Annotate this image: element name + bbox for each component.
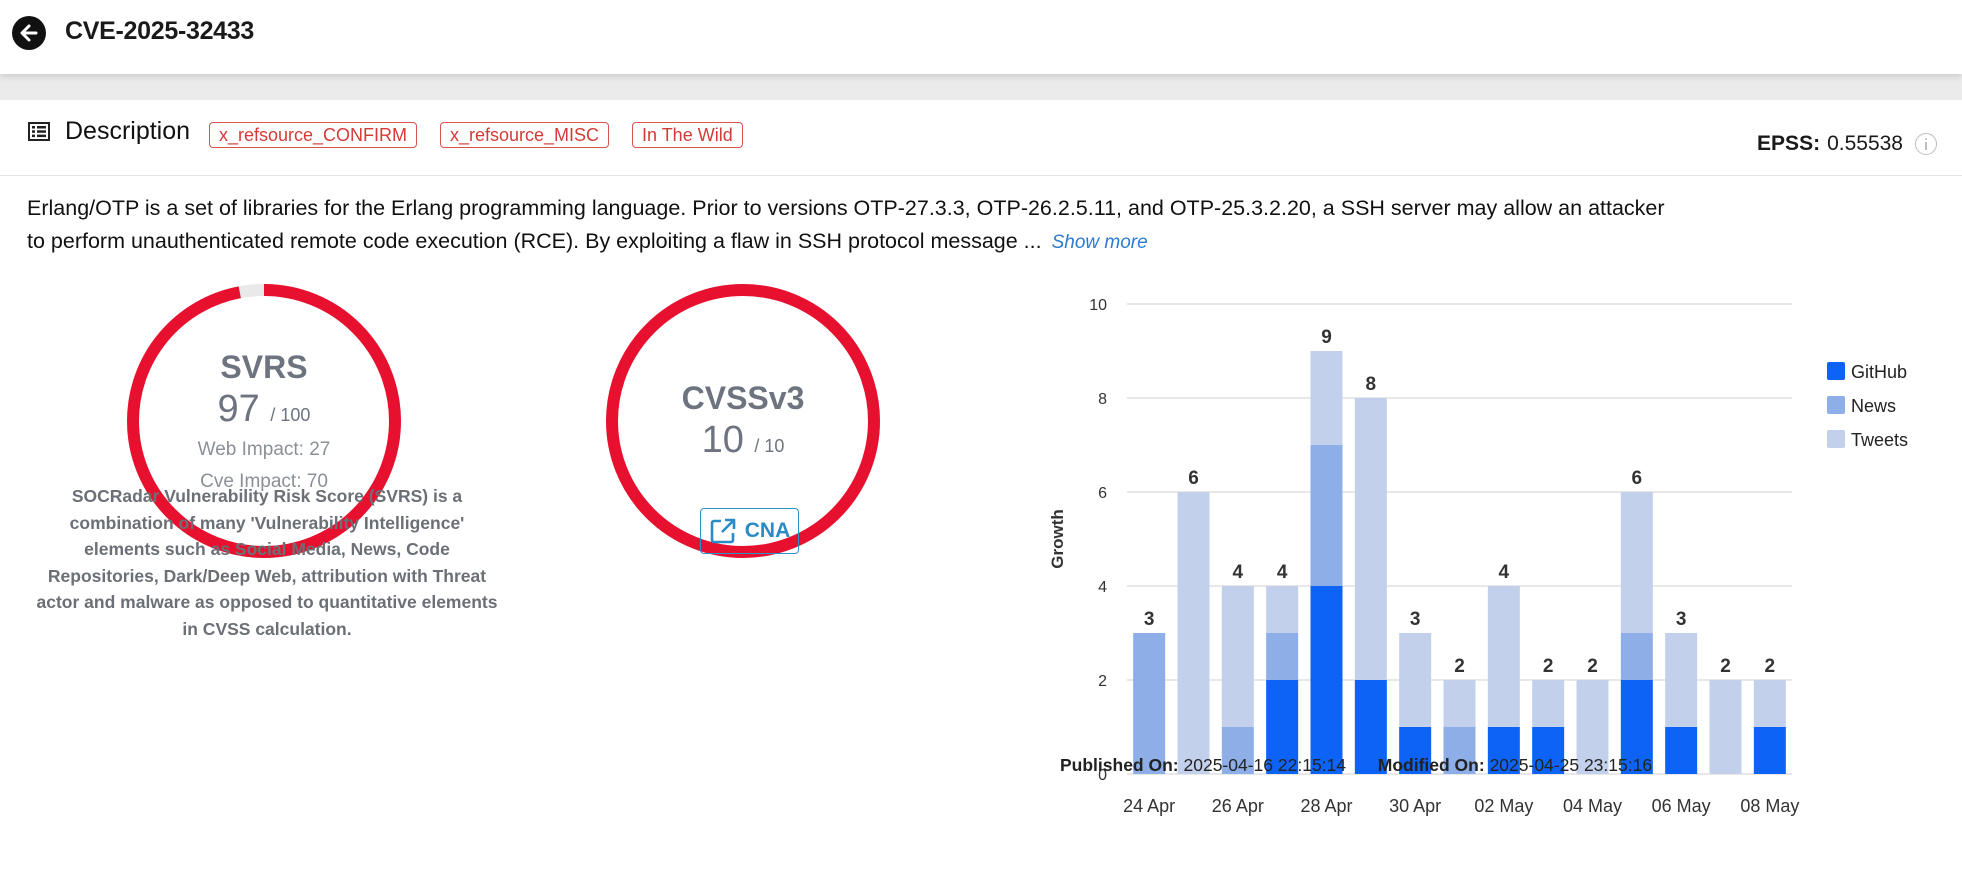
bar-tweets (1665, 633, 1698, 727)
published-label: Published On: (1060, 755, 1179, 775)
bar-total-label: 6 (1632, 468, 1643, 489)
cvss-name: CVSSv3 (681, 380, 805, 416)
legend-label-news: News (1851, 396, 1896, 416)
bar-tweets (1532, 680, 1565, 727)
bar-tweets (1310, 351, 1343, 445)
y-axis-label: Growth (1048, 509, 1067, 569)
x-tick-label: 26 Apr (1212, 796, 1264, 816)
bar-total-label: 2 (1454, 656, 1465, 677)
bar-news (1310, 445, 1343, 586)
cna-label: CNA (744, 519, 791, 542)
y-tick-label: 4 (1098, 579, 1107, 596)
x-tick-label: 28 Apr (1300, 796, 1352, 816)
list-icon (28, 122, 50, 141)
x-tick-label: 02 May (1474, 796, 1533, 816)
bar-github (1753, 727, 1786, 774)
page-title: CVE-2025-32433 (65, 17, 254, 45)
svrs-explanation: SOCRadar Vulnerability Risk Score (SVRS)… (36, 486, 498, 639)
x-tick-label: 24 Apr (1123, 796, 1175, 816)
svrs-score: 97 / 100 (218, 388, 311, 431)
legend-label-github: GitHub (1851, 362, 1907, 382)
modified-label: Modified On: (1377, 755, 1485, 775)
bar-total-label: 3 (1676, 609, 1687, 630)
epss-value: 0.55538 (1827, 132, 1903, 155)
bar-total-label: 3 (1144, 609, 1155, 630)
bar-total-label: 2 (1720, 656, 1731, 677)
svrs-max: / 100 (270, 405, 311, 425)
epss-label: EPSS: (1757, 132, 1821, 155)
tag-refsource-confirm[interactable]: x_refsource_CONFIRM (209, 122, 418, 148)
x-tick-label: 06 May (1652, 796, 1711, 816)
tag-refsource-misc[interactable]: x_refsource_MISC (440, 122, 610, 148)
bar-total-label: 4 (1233, 562, 1244, 583)
description-body: Erlang/OTP is a set of libraries for the… (27, 196, 1665, 253)
bar-tweets (1620, 492, 1653, 633)
bar-total-label: 2 (1543, 656, 1554, 677)
y-tick-label: 8 (1098, 391, 1107, 408)
bar-news (1620, 633, 1653, 680)
legend-swatch-tweets (1827, 430, 1845, 448)
published-value: 2025-04-16 22:15:14 (1183, 755, 1347, 775)
legend-label-tweets: Tweets (1851, 430, 1908, 450)
modified-value: 2025-04-25 23:15:16 (1489, 755, 1653, 775)
bar-news (1266, 633, 1299, 680)
legend-swatch-news (1827, 396, 1845, 414)
y-tick-label: 6 (1098, 485, 1107, 502)
section-gap (0, 74, 1962, 100)
bar-total-label: 4 (1277, 562, 1288, 583)
bar-total-label: 8 (1366, 374, 1377, 395)
dates-line: Published On: 2025-04-16 22:15:14 Modifi… (1060, 755, 1652, 776)
show-more-link[interactable]: Show more (1052, 232, 1148, 253)
x-tick-label: 08 May (1740, 796, 1799, 816)
bar-total-label: 3 (1410, 609, 1421, 630)
cvss-max: / 10 (754, 436, 785, 456)
back-button[interactable] (12, 16, 46, 50)
bar-github (1310, 586, 1343, 774)
y-tick-label: 2 (1098, 673, 1107, 690)
cna-button[interactable]: CNA (700, 508, 799, 554)
epss-score: EPSS: 0.55538 (1757, 132, 1937, 156)
legend-swatch-github (1827, 362, 1845, 380)
bar-tweets (1266, 586, 1299, 633)
section-title: Description (65, 117, 191, 145)
bar-tweets (1753, 680, 1786, 727)
bar-tweets (1221, 586, 1254, 727)
bar-tweets (1709, 680, 1742, 774)
bar-total-label: 2 (1765, 656, 1776, 677)
growth-chart: 0246810Growth324 Apr6426 Apr4928 Apr8330… (1048, 297, 1908, 816)
svrs-name: SVRS (220, 349, 308, 385)
bar-total-label: 6 (1188, 468, 1199, 489)
bar-tweets (1177, 492, 1210, 774)
top-bar: CVE-2025-32433 (0, 0, 1962, 74)
card-header: Description x_refsource_CONFIRM x_refsou… (0, 100, 1962, 176)
description-text: Erlang/OTP is a set of libraries for the… (27, 192, 1667, 259)
x-tick-label: 04 May (1563, 796, 1622, 816)
y-tick-label: 10 (1089, 297, 1107, 314)
bar-news (1133, 633, 1166, 774)
bar-tweets (1354, 398, 1387, 680)
external-link-icon (710, 518, 736, 544)
bar-github (1665, 727, 1698, 774)
tag-in-the-wild[interactable]: In The Wild (632, 122, 743, 148)
bar-tweets (1443, 680, 1476, 727)
arrow-left-icon (20, 24, 38, 42)
info-icon[interactable] (1915, 133, 1937, 155)
bar-total-label: 9 (1321, 327, 1332, 348)
bar-total-label: 4 (1499, 562, 1510, 583)
x-tick-label: 30 Apr (1389, 796, 1441, 816)
bar-tweets (1399, 633, 1432, 727)
bar-tweets (1487, 586, 1520, 727)
cvss-score-value: 10 (701, 419, 744, 461)
svrs-score-value: 97 (217, 388, 260, 430)
bar-total-label: 2 (1587, 656, 1598, 677)
cvss-score: 10 / 10 (702, 419, 785, 462)
svrs-web-impact: Web Impact: 27 (197, 439, 331, 460)
